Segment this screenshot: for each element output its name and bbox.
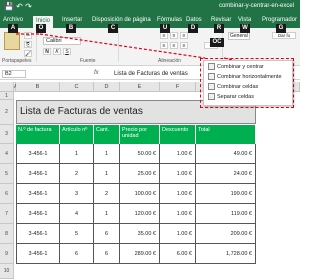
table-cell[interactable]: 4 (60, 204, 94, 224)
table-cell[interactable]: 1.00 € (160, 144, 196, 164)
row-header[interactable]: 7 (0, 204, 14, 224)
table-cell[interactable]: 2 (60, 164, 94, 184)
table-cell[interactable]: 3 (60, 184, 94, 204)
table-cell[interactable]: 50.00 € (120, 144, 160, 164)
row-header[interactable]: 1 (0, 92, 14, 100)
spreadsheet-grid: A B C D E F G Lista de Facturas de venta… (0, 82, 300, 279)
merge-cells-icon (208, 83, 215, 91)
table-cell[interactable]: 1.00 € (160, 204, 196, 224)
table-cell[interactable]: 1 (94, 164, 120, 184)
table-cell[interactable]: 289.00 € (120, 244, 160, 264)
table-cell[interactable]: 1,728.00 € (196, 244, 256, 264)
table-cell[interactable]: 49.00 € (196, 144, 256, 164)
table-cell[interactable]: 209.00 € (196, 224, 256, 244)
row-header[interactable]: 10 (0, 264, 14, 279)
table-cell[interactable]: 100.00 € (120, 184, 160, 204)
title-bar: 💾 ↶ ↷ combinar-y-centrar-en-excel (0, 0, 300, 14)
table-cell[interactable]: 24.00 € (196, 164, 256, 184)
table-cell[interactable]: 3-456-1 (16, 164, 60, 184)
table-header-cell[interactable]: Descuento (160, 125, 196, 144)
table-header-cell[interactable]: Total (196, 125, 256, 144)
keytip-archivo: A (8, 24, 18, 33)
table-cell[interactable]: 35.00 € (120, 224, 160, 244)
table-cell[interactable]: 1 (94, 144, 120, 164)
column-header-d[interactable]: D (94, 82, 120, 92)
keytip-vista: W (240, 24, 250, 33)
table-cell[interactable]: 1 (94, 204, 120, 224)
keytip-datos: D (188, 24, 198, 33)
table-cell[interactable]: 6 (94, 224, 120, 244)
row-header[interactable]: 3 (0, 125, 14, 144)
table-cell[interactable]: 3-456-1 (16, 244, 60, 264)
menu-item-unmerge[interactable]: Separar celdas (208, 93, 254, 102)
quick-access-toolbar[interactable]: 💾 ↶ ↷ (4, 2, 32, 11)
merge-dropdown-menu: Combinar y centrar Combinar horizontalme… (203, 60, 293, 106)
row-header[interactable]: 9 (0, 244, 14, 264)
keytip-formulas: U (160, 24, 170, 33)
table-header-cell[interactable]: Artículo nº (60, 125, 94, 144)
keytip-insertar: B (66, 24, 76, 33)
column-header-f[interactable]: F (160, 82, 196, 92)
table-cell[interactable]: 25.00 € (120, 164, 160, 184)
table-cell[interactable]: 119.00 € (196, 204, 256, 224)
table-cell[interactable]: 6.00 € (160, 244, 196, 264)
keytip-programador: G (276, 24, 286, 33)
table-header-cell[interactable]: N.º de factura (16, 125, 60, 144)
table-header-cell[interactable]: Precio por unidad (120, 125, 160, 144)
table-cell[interactable]: 2 (94, 184, 120, 204)
window-title: combinar-y-centrar-en-excel (218, 3, 294, 9)
merge-across-icon (208, 73, 215, 81)
table-cell[interactable]: 1.00 € (160, 164, 196, 184)
row-header[interactable]: 8 (0, 224, 14, 244)
table-cell[interactable]: 3-456-1 (16, 204, 60, 224)
fx-icon[interactable]: fx (94, 70, 99, 76)
table-cell[interactable]: 3-456-1 (16, 224, 60, 244)
column-header-c[interactable]: C (60, 82, 94, 92)
row-header[interactable]: 6 (0, 184, 14, 204)
table-cell[interactable]: 1 (60, 144, 94, 164)
menu-item-merge-center[interactable]: Combinar y centrar (208, 63, 264, 72)
merge-center-icon (208, 63, 215, 71)
keytip-revisar: R (214, 24, 224, 33)
table-header-cell[interactable]: Cant. (94, 125, 120, 144)
keytip-disposicion: C (108, 24, 118, 33)
table-cell[interactable]: 3-456-1 (16, 144, 60, 164)
keytip-inicio: O (36, 24, 46, 33)
column-header-b[interactable]: B (16, 82, 60, 92)
formula-input[interactable]: Lista de Facturas de ventas (114, 71, 188, 77)
menu-item-merge-cells[interactable]: Combinar celdas (208, 83, 258, 92)
keytip-merge: OC (210, 38, 224, 47)
table-cell[interactable]: 6 (60, 244, 94, 264)
row-header[interactable]: 4 (0, 144, 14, 164)
row-header[interactable]: 2 (0, 100, 14, 125)
table-cell[interactable]: 6 (94, 244, 120, 264)
table-cell[interactable]: 120.00 € (120, 204, 160, 224)
table-cell[interactable]: 1.00 € (160, 224, 196, 244)
table-cell[interactable]: 1.00 € (160, 184, 196, 204)
name-box[interactable]: B2 (2, 70, 26, 78)
table-cell[interactable]: 3-456-1 (16, 184, 60, 204)
unmerge-icon (208, 93, 215, 101)
select-all-corner[interactable] (0, 82, 14, 92)
menu-item-merge-across[interactable]: Combinar horizontalmente (208, 73, 282, 82)
table-cell[interactable]: 5 (60, 224, 94, 244)
row-header[interactable]: 5 (0, 164, 14, 184)
column-header-e[interactable]: E (120, 82, 160, 92)
table-cell[interactable]: 199.00 € (196, 184, 256, 204)
